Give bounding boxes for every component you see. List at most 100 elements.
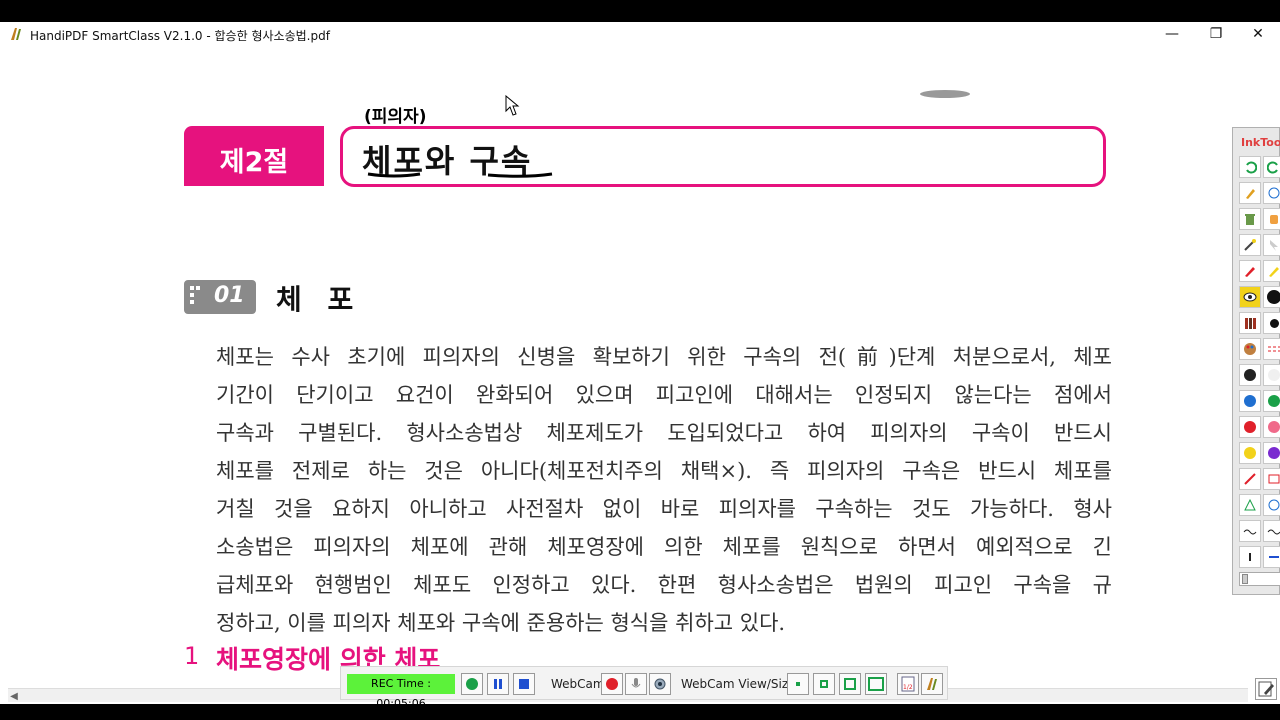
wave-icon bbox=[1267, 529, 1280, 535]
color-blue-swatch[interactable] bbox=[1239, 390, 1261, 412]
wave-icon bbox=[1243, 529, 1257, 535]
pdf-page[interactable]: 제2절 (피의자) 체포와 구속 01 체 포 체포는 수사 초기에 피의자의 … bbox=[8, 46, 1230, 688]
svg-text:1/2: 1/2 bbox=[903, 684, 913, 691]
color-green-swatch[interactable] bbox=[1263, 390, 1280, 412]
record-button[interactable] bbox=[461, 673, 483, 695]
pointer-tool[interactable] bbox=[1263, 234, 1280, 256]
webcam-label: WebCam bbox=[551, 677, 605, 691]
ink-smudge bbox=[920, 90, 970, 98]
magic-wand-icon bbox=[1244, 239, 1256, 251]
redo-tool[interactable] bbox=[1263, 156, 1280, 178]
dots-icon bbox=[190, 286, 200, 304]
horizontal-line-tool[interactable] bbox=[1263, 546, 1280, 568]
webcam-size-large-button[interactable] bbox=[839, 673, 861, 695]
lasso-icon bbox=[1268, 187, 1280, 199]
pen-width-slider[interactable] bbox=[1239, 572, 1280, 586]
restore-button[interactable]: ❐ bbox=[1194, 22, 1238, 46]
red-pen-icon bbox=[1245, 267, 1255, 277]
paragraph-line: 체포는 수사 초기에 피의자의 신병을 확보하기 위한 구속의 전(前)단계 처… bbox=[216, 345, 1112, 369]
pen-size-large-tool[interactable] bbox=[1263, 286, 1280, 308]
palette-icon bbox=[1244, 343, 1256, 355]
magic-wand-tool[interactable] bbox=[1239, 234, 1261, 256]
scroll-left-arrow-icon[interactable]: ◀ bbox=[8, 691, 20, 703]
dash-line-tool[interactable] bbox=[1263, 338, 1280, 360]
pause-icon bbox=[494, 679, 502, 689]
recording-toolbar: REC Time : 00:05:06 WebCam WebCam View/S… bbox=[340, 666, 948, 710]
book-tool[interactable] bbox=[1239, 312, 1261, 334]
ink-toolbox: InkToo bbox=[1232, 127, 1280, 595]
redo-icon bbox=[1267, 161, 1278, 174]
books-icon bbox=[1245, 318, 1256, 329]
heading-number: 1 bbox=[184, 642, 200, 670]
webcam-record-button[interactable] bbox=[601, 673, 623, 695]
stop-icon bbox=[519, 679, 529, 689]
color-white-swatch[interactable] bbox=[1263, 364, 1280, 386]
handipdf-logo-icon bbox=[927, 678, 937, 690]
clear-tool[interactable] bbox=[1239, 208, 1261, 230]
close-button[interactable]: ✕ bbox=[1236, 22, 1280, 46]
section-number: 제2절 bbox=[219, 147, 289, 178]
highlighter-icon bbox=[1246, 189, 1255, 199]
handipdf-app-icon bbox=[11, 28, 21, 40]
paragraph-line: 기간이 단기이고 요건이 완화되어 있으며 피고인에 대해서는 인정되지 않는다… bbox=[216, 383, 1112, 407]
wave-line-2-tool[interactable] bbox=[1263, 520, 1280, 542]
circle-icon bbox=[1268, 499, 1280, 511]
trash-icon bbox=[1245, 214, 1255, 225]
eraser-tool[interactable] bbox=[1263, 208, 1280, 230]
paragraph-line: 구속과 구별된다. 형사소송법상 체포제도가 도입되었다고 하여 피의자의 구속… bbox=[216, 421, 1112, 445]
view-toggle-tool[interactable] bbox=[1239, 286, 1261, 308]
triangle-shape-tool[interactable] bbox=[1239, 494, 1261, 516]
microphone-icon bbox=[631, 678, 641, 688]
camera-button[interactable] bbox=[649, 673, 671, 695]
color-black-swatch[interactable] bbox=[1239, 364, 1261, 386]
pen-tool[interactable] bbox=[1239, 260, 1261, 282]
pen-size-medium-tool[interactable] bbox=[1263, 312, 1280, 334]
vertical-line-icon bbox=[1249, 553, 1251, 561]
undo-icon bbox=[1246, 161, 1257, 174]
eye-icon bbox=[1243, 292, 1257, 302]
color-purple-swatch[interactable] bbox=[1263, 442, 1280, 464]
line-shape-tool[interactable] bbox=[1239, 468, 1261, 490]
pencil-tool[interactable] bbox=[1263, 260, 1280, 282]
webcam-view-size-label: WebCam View/Size bbox=[681, 677, 796, 691]
rectangle-icon bbox=[1268, 474, 1280, 484]
pause-button[interactable] bbox=[487, 673, 509, 695]
edit-note-button[interactable] bbox=[1255, 678, 1277, 700]
ink-toolbox-title: InkToo bbox=[1241, 136, 1280, 149]
color-yellow-swatch[interactable] bbox=[1239, 442, 1261, 464]
handipdf-logo-button[interactable] bbox=[921, 673, 943, 695]
window-title: HandiPDF SmartClass V2.1.0 - 합승한 형사소송법.p… bbox=[30, 29, 330, 43]
stop-button[interactable] bbox=[513, 673, 535, 695]
paragraph-line: 거칠 것을 요하지 아니하고 사전절차 없이 바로 피의자를 구속하는 것도 가… bbox=[216, 497, 1112, 521]
title-bar[interactable]: HandiPDF SmartClass V2.1.0 - 합승한 형사소송법.p… bbox=[0, 22, 1280, 46]
minimize-button[interactable]: — bbox=[1150, 22, 1194, 46]
webcam-size-small-button[interactable] bbox=[787, 673, 809, 695]
eraser-icon bbox=[1270, 215, 1278, 224]
highlighter-tool[interactable] bbox=[1239, 182, 1261, 204]
body-paragraph: 체포는 수사 초기에 피의자의 신병을 확보하기 위한 구속의 전(前)단계 처… bbox=[216, 342, 1112, 646]
webcam-size-medium-button[interactable] bbox=[813, 673, 835, 695]
microphone-button[interactable] bbox=[625, 673, 647, 695]
edit-note-icon bbox=[1258, 681, 1274, 697]
handwritten-underline bbox=[367, 172, 553, 178]
rectangle-shape-tool[interactable] bbox=[1263, 468, 1280, 490]
color-pink-swatch[interactable] bbox=[1263, 416, 1280, 438]
pencil-icon bbox=[1269, 267, 1279, 277]
rec-time-display: REC Time : 00:05:06 bbox=[347, 674, 455, 710]
palette-tool[interactable] bbox=[1239, 338, 1261, 360]
lasso-tool[interactable] bbox=[1263, 182, 1280, 204]
slider-thumb[interactable] bbox=[1242, 574, 1248, 584]
wave-line-tool[interactable] bbox=[1239, 520, 1261, 542]
paragraph-line: 체포를 전제로 하는 것은 아니다(체포전치주의 채택×). 즉 피의자의 구속… bbox=[216, 459, 1112, 483]
mouse-cursor-icon bbox=[505, 94, 520, 116]
dash-line-icon bbox=[1268, 346, 1280, 352]
undo-tool[interactable] bbox=[1239, 156, 1261, 178]
circle-shape-tool[interactable] bbox=[1263, 494, 1280, 516]
page-icon: 1/2 bbox=[901, 676, 915, 692]
subsection-number: 01 bbox=[214, 283, 245, 308]
color-red-swatch[interactable] bbox=[1239, 416, 1261, 438]
page-settings-button[interactable]: 1/2 bbox=[897, 673, 919, 695]
thin-vertical-tool[interactable] bbox=[1239, 546, 1261, 568]
webcam-size-full-button[interactable] bbox=[865, 673, 887, 695]
handwritten-annotation: (피의자) bbox=[364, 107, 427, 127]
